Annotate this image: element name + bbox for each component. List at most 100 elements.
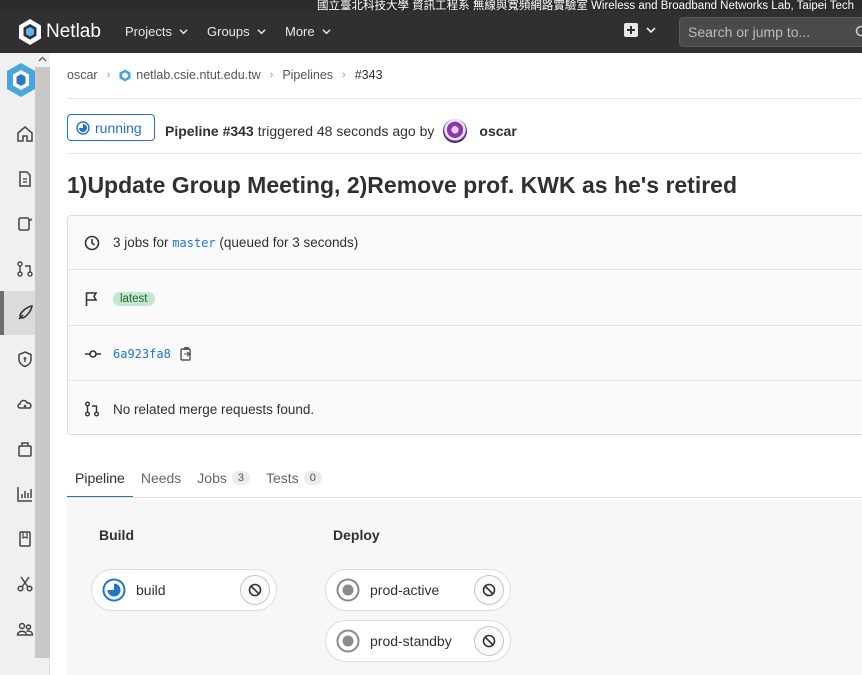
stage-build-title: Build [99, 527, 134, 543]
merge-request-icon[interactable] [16, 260, 34, 278]
new-item-button[interactable] [624, 23, 656, 37]
job-prod-standby-name: prod-standby [370, 633, 452, 649]
tab-needs-label: Needs [140, 470, 182, 486]
cancel-icon [482, 583, 496, 597]
tab-pipeline-label: Pipeline [75, 470, 125, 486]
chevron-down-icon [322, 29, 331, 35]
top-navbar: Netlab Projects Groups More [0, 11, 862, 53]
avatar[interactable] [443, 119, 468, 143]
pipeline-tabs: Pipeline Needs Jobs 3 Tests 0 [67, 458, 330, 498]
commit-title: 1)Update Group Meeting, 2)Remove prof. K… [67, 172, 738, 198]
analytics-icon[interactable] [16, 485, 34, 503]
copy-clipboard-icon[interactable] [180, 346, 193, 361]
tab-tests-label: Tests [266, 470, 299, 486]
cancel-job-button[interactable] [474, 575, 504, 605]
commit-sha-link[interactable]: 6a923fa8 [113, 347, 171, 361]
search-box[interactable] [679, 17, 862, 47]
status-running-icon [102, 578, 126, 602]
tab-needs[interactable]: Needs [133, 458, 189, 498]
divider [67, 497, 862, 498]
pipeline-summary: Pipeline #343 triggered 48 seconds ago b… [165, 119, 517, 143]
nav-groups-label: Groups [207, 24, 250, 39]
branch-link[interactable]: master [172, 236, 215, 250]
pipeline-triggered-text: triggered 48 seconds ago by [257, 123, 435, 139]
job-prod-active-name: prod-active [370, 582, 440, 598]
nav-more[interactable]: More [285, 24, 331, 39]
breadcrumb-separator: › [342, 69, 346, 81]
search-input[interactable] [680, 18, 850, 46]
chevron-up-icon [38, 56, 47, 62]
search-icon [855, 25, 862, 37]
badges-row: latest [68, 272, 862, 326]
home-icon[interactable] [16, 125, 34, 143]
breadcrumb-separator: › [106, 69, 111, 81]
breadcrumb-user[interactable]: oscar [67, 68, 98, 82]
rocket-icon[interactable] [16, 304, 34, 322]
status-badge[interactable]: running [67, 114, 155, 141]
clock-icon [84, 235, 100, 250]
tests-count-badge: 0 [303, 471, 322, 485]
merge-requests-text: No related merge requests found. [113, 401, 315, 417]
author-link[interactable]: oscar [479, 123, 516, 139]
chevron-down-icon [179, 29, 188, 35]
project-avatar-icon[interactable] [6, 62, 36, 98]
snippets-scissors-icon[interactable] [16, 575, 34, 593]
sidebar-scroll-up[interactable] [35, 53, 50, 67]
cancel-job-button[interactable] [240, 575, 270, 605]
cancel-icon [482, 634, 496, 648]
members-icon[interactable] [16, 620, 34, 638]
divider [67, 153, 862, 154]
nav-groups[interactable]: Groups [207, 24, 266, 39]
job-prod-active[interactable]: prod-active [325, 569, 511, 611]
flag-icon [85, 291, 98, 306]
cloud-gear-icon[interactable] [16, 395, 34, 413]
shield-icon[interactable] [16, 350, 34, 368]
breadcrumb-pipelines[interactable]: Pipelines [282, 68, 333, 82]
banner-text: 國立臺北科技大學 資訊工程系 無線與寬頻網路實驗室 Wireless and B… [316, 0, 854, 11]
package-icon[interactable] [16, 440, 34, 458]
latest-badge: latest [113, 291, 155, 306]
breadcrumb: oscar › netlab.csie.ntut.edu.tw › Pipeli… [67, 68, 383, 82]
job-build[interactable]: build [91, 569, 277, 611]
tab-jobs[interactable]: Jobs 3 [189, 458, 258, 498]
commit-row: 6a923fa8 [68, 327, 862, 381]
job-prod-standby[interactable]: prod-standby [325, 620, 511, 662]
divider [67, 98, 862, 99]
plus-square-icon [624, 23, 638, 37]
pipeline-info-box: 3 jobs for master (queued for 3 seconds)… [67, 215, 862, 435]
top-banner: 國立臺北科技大學 資訊工程系 無線與寬頻網路實驗室 Wireless and B… [0, 0, 862, 11]
logo-text: Netlab [46, 21, 101, 42]
issues-icon[interactable] [16, 215, 34, 233]
status-created-icon [336, 578, 360, 602]
tab-tests[interactable]: Tests 0 [258, 458, 330, 498]
nav-projects[interactable]: Projects [125, 24, 188, 39]
sidebar-active-indicator [0, 291, 4, 335]
pipeline-graph: Build Deploy build prod-active prod-stan… [67, 500, 862, 675]
jobs-count-badge: 3 [231, 471, 250, 485]
jobs-info-row: 3 jobs for master (queued for 3 seconds) [68, 216, 862, 270]
logo-link[interactable]: Netlab [18, 18, 101, 46]
stage-deploy-title: Deploy [333, 527, 380, 543]
pipeline-title: Pipeline #343 [165, 123, 254, 139]
wiki-book-icon[interactable] [16, 530, 34, 548]
chevron-down-icon [646, 27, 656, 34]
tab-pipeline[interactable]: Pipeline [67, 458, 133, 498]
document-icon[interactable] [16, 170, 34, 188]
cancel-job-button[interactable] [474, 626, 504, 656]
nav-more-label: More [285, 24, 315, 39]
project-hexagon-icon [119, 69, 131, 81]
breadcrumb-current[interactable]: #343 [355, 68, 383, 82]
breadcrumb-project[interactable]: netlab.csie.ntut.edu.tw [136, 68, 260, 82]
tab-jobs-label: Jobs [197, 470, 227, 486]
queued-text: (queued for 3 seconds) [219, 235, 359, 250]
netlab-logo-icon [19, 19, 41, 45]
status-created-icon [336, 629, 360, 653]
job-build-name: build [136, 582, 166, 598]
merge-requests-row: No related merge requests found. [68, 382, 862, 436]
commit-icon [85, 349, 101, 358]
jobs-count-text: 3 jobs for [113, 235, 169, 250]
breadcrumb-separator: › [269, 69, 274, 81]
sidebar-scrollbar[interactable] [35, 53, 50, 658]
merge-request-icon [85, 401, 99, 417]
nav-projects-label: Projects [125, 24, 172, 39]
